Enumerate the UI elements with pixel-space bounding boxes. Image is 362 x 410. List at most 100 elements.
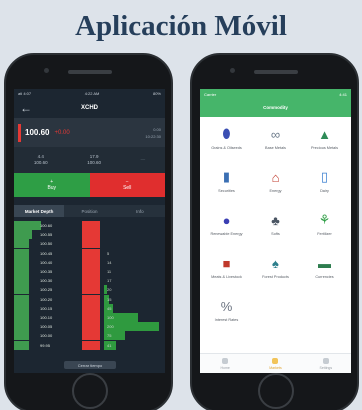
depth-row: 100.35 11 [14, 267, 165, 276]
trading-screen: atl 4:07 4:22 AM 80% ← XCHD 100.60 +0.00… [14, 89, 165, 373]
price-meta: 0.00 10:22:30 [145, 126, 161, 140]
stats-row: 4.4 100.60 17.9 100.60 — [14, 147, 165, 173]
bid-volume-bar [14, 322, 30, 332]
header-title: Commodity [263, 105, 288, 110]
bid-volume-bar [14, 294, 30, 304]
bid-volume-bar [14, 230, 33, 240]
spread-marker [82, 331, 100, 341]
milk-icon: ▯ [320, 169, 329, 184]
ask-volume: 15 [107, 296, 112, 302]
bid-volume-bar [14, 340, 30, 350]
stat-1-value: 100.60 [33, 160, 48, 165]
category-label: Base Metals [265, 146, 286, 150]
bid-price: 100.30 [40, 278, 53, 284]
home-button[interactable] [72, 373, 108, 409]
price-change: +0.00 [54, 129, 70, 136]
home-icon [222, 357, 229, 364]
category-item[interactable]: ♣ Softs [251, 207, 300, 247]
buy-button[interactable]: + Buy [14, 173, 90, 197]
camera-icon [44, 68, 49, 73]
depth-row: 100.15 45 [14, 303, 165, 313]
home-button[interactable] [258, 373, 294, 409]
category-item[interactable]: % Interest Rates [202, 293, 251, 333]
tab-settings[interactable]: Settings [301, 354, 351, 373]
stat-3: — [140, 157, 146, 162]
depth-row: 100.00 75 [14, 331, 165, 341]
ask-volume: 20 [107, 287, 112, 293]
spread-marker [82, 257, 100, 267]
bid-price: 100.40 [40, 259, 53, 265]
category-item[interactable]: ■ Meats & Livestock [202, 250, 251, 290]
spread-marker [82, 276, 100, 286]
bid-price: 100.05 [40, 324, 53, 330]
category-label: Fertilizer [317, 232, 332, 236]
speaker-grill [254, 70, 298, 74]
category-item[interactable]: ⚘ Fertilizer [300, 207, 349, 247]
camera-icon [230, 68, 235, 73]
bid-volume-bar [14, 257, 30, 267]
tab-home[interactable]: Home [200, 354, 250, 373]
status-bar: Carrier 4:41 [204, 92, 347, 97]
close-time-button[interactable]: Cerrar tiempo [64, 361, 116, 369]
category-label: Precious Metals [310, 146, 338, 150]
bottom-tab-bar: Home Markets Settings [200, 353, 351, 373]
speaker-grill [68, 70, 112, 74]
depth-row: 100.05 200 [14, 322, 165, 332]
depth-row: 100.20 15 [14, 294, 165, 304]
category-item[interactable]: ∞ Base Metals [251, 121, 300, 161]
tab-info[interactable]: Info [115, 205, 165, 217]
cow-icon: ■ [222, 255, 231, 271]
price-meta-1: 0.00 [153, 126, 161, 132]
bid-volume-bar [14, 239, 30, 249]
bid-volume-bar [14, 303, 30, 313]
bid-volume-bar [14, 248, 30, 258]
status-carrier: Carrier [204, 92, 217, 97]
ask-volume: 17 [107, 278, 112, 284]
depth-row: 99.95 41 [14, 340, 165, 350]
plant-icon: ♣ [271, 212, 280, 228]
category-label: Meats & Livestock [211, 275, 242, 279]
category-item[interactable]: ▮ Securities [202, 164, 251, 204]
category-label: Energy [269, 189, 282, 193]
depth-row: 100.55 [14, 230, 165, 240]
category-item[interactable]: ▲ Precious Metals [300, 121, 349, 161]
spread-marker [82, 322, 100, 332]
category-item[interactable]: ⬮ Grains & Oilseeds [202, 121, 251, 161]
tab-markets[interactable]: Markets [250, 354, 300, 373]
spread-marker [82, 303, 100, 313]
leaf-drop-icon: ● [222, 212, 231, 228]
tab-position[interactable]: Position [64, 205, 114, 217]
status-time: 4:22 AM [84, 91, 100, 96]
category-item[interactable]: ▬ Currencies [300, 250, 349, 290]
banknote-icon: ▬ [318, 255, 331, 271]
category-item[interactable]: ▯ Dairy [300, 164, 349, 204]
bid-price: 100.50 [40, 241, 53, 247]
spread-marker [82, 313, 100, 322]
status-bar: atl 4:07 4:22 AM 80% [14, 89, 165, 98]
ask-volume: 11 [107, 269, 112, 274]
category-item[interactable]: ● Renewable Energy [202, 207, 251, 247]
phone-left: atl 4:07 4:22 AM 80% ← XCHD 100.60 +0.00… [4, 53, 173, 410]
spread-marker [82, 285, 100, 295]
bid-volume-bar [14, 285, 30, 295]
bid-price: 100.45 [40, 250, 53, 256]
tab-market-depth[interactable]: Market Depth [14, 205, 65, 217]
ask-volume: 75 [107, 333, 112, 339]
tab-markets-label: Markets [269, 365, 282, 370]
stat-1: 4.4 100.60 [34, 154, 48, 166]
category-item[interactable]: ⌂ Energy [251, 164, 300, 204]
app-header: Carrier 4:41 Commodity [200, 89, 351, 117]
sell-button[interactable]: − Sell [89, 173, 165, 197]
depth-row: 100.25 20 [14, 285, 165, 295]
category-item[interactable]: ♠ Forest Products [251, 250, 300, 290]
category-label: Renewable Energy [210, 232, 243, 236]
ask-volume: 45 [107, 305, 112, 311]
ask-volume: 14 [107, 259, 112, 265]
factory-icon: ⌂ [271, 169, 280, 185]
phone-right: Carrier 4:41 Commodity ⬮ Grains & Oilseed… [190, 53, 359, 410]
spread-marker [82, 294, 100, 304]
ask-volume: 5 [107, 250, 110, 256]
depth-row: 100.30 17 [14, 276, 165, 286]
spread-marker [82, 248, 100, 258]
status-battery: 80% [152, 91, 161, 96]
